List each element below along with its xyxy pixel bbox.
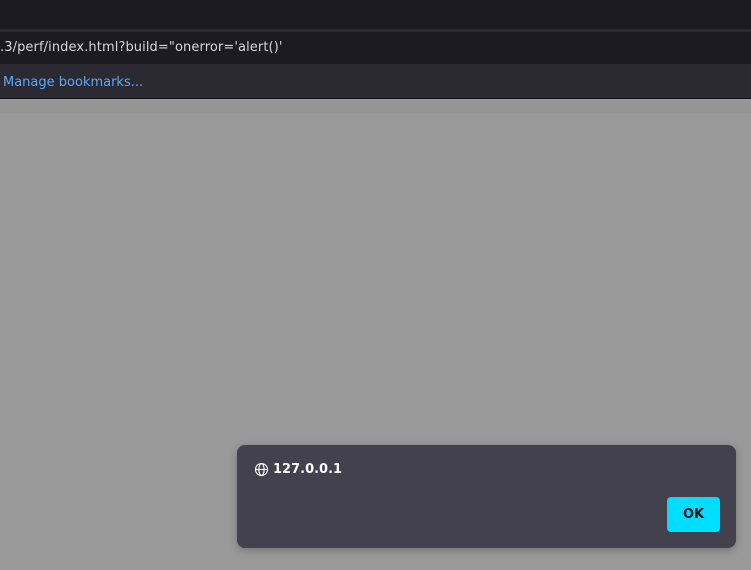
content-top-band [0, 100, 751, 113]
tab-strip [0, 0, 751, 29]
manage-bookmarks-link[interactable]: Manage bookmarks... [3, 75, 143, 90]
url-text[interactable]: .3/perf/index.html?build="onerror='alert… [0, 40, 283, 55]
ok-button[interactable]: OK [667, 497, 720, 532]
dialog-origin: 127.0.0.1 [254, 462, 342, 477]
dialog-origin-text: 127.0.0.1 [273, 462, 343, 477]
bookmarks-toolbar: Manage bookmarks... [0, 64, 751, 99]
address-bar[interactable]: .3/perf/index.html?build="onerror='alert… [0, 32, 751, 64]
alert-dialog: 127.0.0.1 OK [237, 445, 736, 548]
globe-icon [254, 462, 269, 477]
